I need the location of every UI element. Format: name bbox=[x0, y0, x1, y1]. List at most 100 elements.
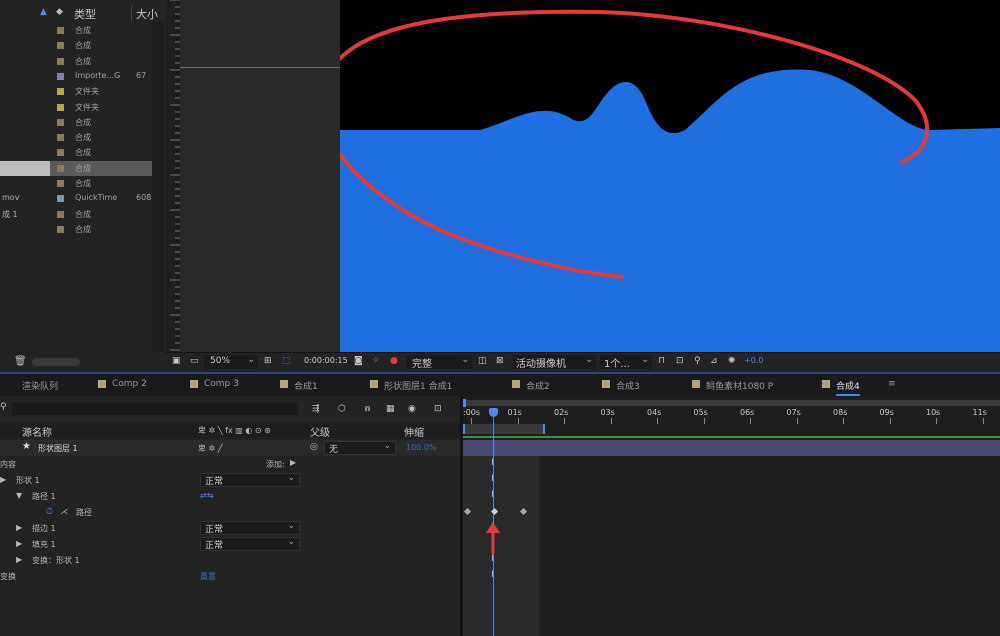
expand-arrow-icon[interactable]: ▼ bbox=[16, 491, 22, 500]
path-group-row[interactable]: ▼ 路径 1 ⇄⇆ bbox=[0, 488, 460, 504]
quality-dropdown[interactable]: 完整 ⌄ bbox=[406, 355, 472, 370]
color-channel-icon[interactable]: ● bbox=[390, 356, 398, 366]
playhead-icon[interactable] bbox=[489, 408, 498, 417]
label-color-swatch[interactable] bbox=[57, 72, 64, 80]
project-item-row[interactable]: 合成 bbox=[0, 176, 152, 191]
label-tag-icon[interactable]: ◆ bbox=[56, 7, 63, 17]
panel-menu-icon[interactable]: ≡ bbox=[888, 379, 896, 389]
views-dropdown[interactable]: 1个... ⌄ bbox=[600, 355, 652, 370]
search-icon[interactable]: ⚲ bbox=[0, 402, 7, 412]
exposure-icon[interactable]: ✺ bbox=[728, 356, 736, 366]
shy-icon[interactable]: ⩎ bbox=[365, 404, 370, 414]
timeline-icon[interactable]: ⊡ bbox=[676, 356, 684, 366]
expand-arrow-icon[interactable]: ▶ bbox=[16, 539, 22, 548]
label-color-swatch[interactable] bbox=[57, 27, 64, 34]
region-icon[interactable]: ⬚ bbox=[282, 356, 291, 366]
camera-dropdown[interactable]: 活动摄像机 ⌄ bbox=[512, 355, 596, 370]
source-name-header[interactable]: 源名称 bbox=[22, 424, 52, 439]
time-navigator[interactable] bbox=[463, 400, 1000, 406]
fill-row[interactable]: ▶ 填充 1 正常 ⌄ bbox=[0, 536, 460, 552]
fast-preview-icon[interactable]: ⊓ bbox=[658, 356, 665, 366]
shape-layer-canvas[interactable] bbox=[319, 0, 1000, 352]
parent-header[interactable]: 父级 bbox=[310, 424, 330, 439]
expand-arrow-icon[interactable]: ▶ bbox=[16, 555, 22, 564]
add-play-icon[interactable]: ▶ bbox=[290, 458, 296, 467]
stroke-blend-mode-dropdown[interactable]: 正常 ⌄ bbox=[200, 521, 300, 535]
motion-blur-icon[interactable]: ◉ bbox=[408, 404, 416, 414]
project-item-row[interactable]: Importe...G 67 bbox=[0, 69, 152, 84]
close-tab-icon[interactable]: × bbox=[820, 379, 828, 389]
project-item-row[interactable]: mov QuickTime 608 bbox=[0, 191, 152, 206]
project-item-row[interactable]: 合成 bbox=[0, 130, 152, 145]
project-item-row[interactable]: 合成 bbox=[0, 54, 152, 69]
zoom-dropdown[interactable]: 50% ⌄ bbox=[204, 355, 258, 369]
tab-7[interactable]: 鲟鱼素材1080 P bbox=[706, 379, 773, 392]
work-area-bar[interactable] bbox=[463, 424, 545, 434]
layer-duration-bar[interactable] bbox=[463, 440, 1000, 456]
tab-6[interactable]: 合成3 bbox=[616, 379, 640, 392]
blue-wave-shape[interactable] bbox=[340, 69, 1000, 352]
pickwhip-icon[interactable]: ◎ bbox=[310, 442, 318, 452]
project-item-row[interactable]: 合成 bbox=[0, 115, 152, 130]
layer-switches-icons[interactable]: 卑 ✲ ╱ bbox=[198, 443, 223, 454]
depth-slider[interactable] bbox=[32, 358, 80, 366]
graph-icon[interactable]: ⋌ bbox=[60, 507, 68, 516]
path-property-row[interactable]: ⏱ ⋌ 路径 bbox=[0, 504, 460, 520]
graph-editor-icon[interactable]: ⊡ bbox=[434, 404, 442, 414]
keyframe-marker-icon[interactable]: I bbox=[491, 474, 494, 484]
time-graph-area[interactable]: :00s 01s 02s 03s 04s 05s 06s 07s 08s 09s 10s 11s I … bbox=[463, 396, 1000, 636]
tab-8[interactable]: 合成4 bbox=[836, 379, 860, 396]
star-icon[interactable]: ★ bbox=[22, 441, 31, 452]
sort-arrow-icon[interactable]: ▲ bbox=[40, 7, 47, 17]
label-color-swatch[interactable] bbox=[57, 42, 64, 50]
stopwatch-icon[interactable]: ⏱ bbox=[46, 507, 53, 517]
timecode-display[interactable]: 0:00:00:15 bbox=[304, 356, 348, 365]
label-color-swatch[interactable] bbox=[57, 195, 64, 203]
trash-icon[interactable]: 🗑 bbox=[14, 356, 27, 367]
label-color-swatch[interactable] bbox=[57, 134, 64, 142]
exposure-value[interactable]: +0.0 bbox=[744, 356, 763, 365]
label-color-swatch[interactable] bbox=[57, 164, 64, 172]
shape-blend-mode-dropdown[interactable]: 正常 ⌄ bbox=[200, 473, 300, 487]
label-color-swatch[interactable] bbox=[57, 210, 64, 218]
expand-arrow-icon[interactable]: ▶ bbox=[0, 475, 6, 484]
keyframe-marker-icon[interactable]: I bbox=[491, 570, 494, 580]
label-color-swatch[interactable] bbox=[57, 225, 64, 233]
exposure-reset-icon[interactable]: ⊿ bbox=[710, 356, 718, 366]
stroke-row[interactable]: ▶ 描边 1 正常 ⌄ bbox=[0, 520, 460, 536]
transform-shape-row[interactable]: ▶ 变换：形状 1 bbox=[0, 552, 460, 568]
roi-icon[interactable]: ◫ bbox=[478, 356, 487, 366]
fill-blend-mode-dropdown[interactable]: 正常 ⌄ bbox=[200, 537, 300, 551]
project-item-row[interactable]: 文件夹 bbox=[0, 84, 152, 99]
contents-row[interactable]: 内容 添加: ▶ bbox=[0, 456, 460, 472]
label-color-swatch[interactable] bbox=[57, 88, 64, 96]
parent-dropdown[interactable]: 无 ⌄ bbox=[324, 441, 396, 455]
tab-0[interactable]: 渲染队列 bbox=[22, 379, 58, 392]
project-item-row[interactable]: 合成 bbox=[0, 38, 152, 53]
layer-row[interactable]: ★ 形状图层 1 卑 ✲ ╱ ◎ 无 ⌄ 100.0% bbox=[0, 440, 460, 456]
label-color-swatch[interactable] bbox=[57, 57, 64, 65]
camera-icon[interactable]: ◙ bbox=[354, 356, 363, 366]
snapshot-icon[interactable]: ▣ bbox=[172, 356, 181, 366]
project-item-row[interactable]: 合成 bbox=[0, 23, 152, 38]
label-color-swatch[interactable] bbox=[57, 118, 64, 126]
tab-4[interactable]: 形状图层1 合成1 bbox=[384, 379, 452, 392]
tab-2[interactable]: Comp 3 bbox=[204, 379, 239, 389]
fit-icon[interactable]: ⊞ bbox=[264, 356, 272, 366]
tab-3[interactable]: 合成1 bbox=[294, 379, 318, 392]
project-item-row[interactable]: 合成 bbox=[0, 145, 152, 160]
expand-arrow-icon[interactable]: ▶ bbox=[16, 523, 22, 532]
keyframe-marker-icon[interactable]: I bbox=[491, 554, 494, 564]
size-column-header[interactable]: 大小 bbox=[136, 6, 158, 22]
project-item-row[interactable]: 合成 bbox=[0, 222, 152, 237]
tab-5[interactable]: 合成2 bbox=[526, 379, 550, 392]
project-item-row[interactable]: 合成 bbox=[0, 160, 152, 176]
frame-blending-icon[interactable]: ▦ bbox=[386, 404, 395, 414]
navigator-start-handle[interactable] bbox=[463, 399, 466, 407]
project-item-row[interactable]: 文件夹 bbox=[0, 100, 152, 115]
comp-stage[interactable] bbox=[319, 0, 1000, 352]
toggle-icon[interactable]: ✧ bbox=[372, 356, 380, 366]
comp-mini-flowchart-icon[interactable]: ⇶ bbox=[312, 404, 320, 414]
transparency-grid-icon[interactable]: ⊠ bbox=[496, 356, 504, 366]
shape-group-row[interactable]: ▶ 形状 1 正常 ⌄ bbox=[0, 472, 460, 488]
